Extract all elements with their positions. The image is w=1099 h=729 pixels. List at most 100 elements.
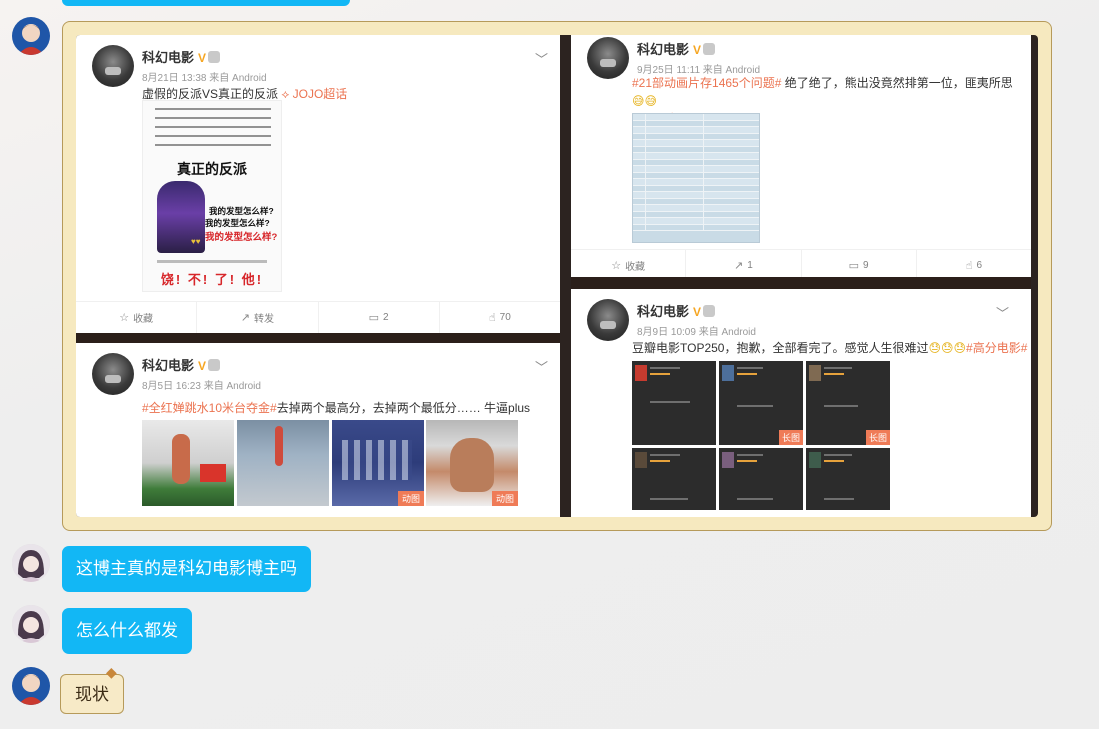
message-bubble[interactable]: 这博主真的是科幻电影博主吗 [62,546,311,592]
member-badge-icon [703,43,716,55]
long-image-tag: 长图 [865,430,890,445]
author-name[interactable]: 科幻电影 V [142,47,221,66]
favorite-button[interactable]: ☆ 收藏 [76,302,198,333]
meme-line: 我的发型怎么样? [205,232,278,243]
post-photo[interactable]: 动图 [426,420,518,506]
author-name[interactable]: 科幻电影 V [142,355,221,374]
post-photo[interactable] [237,420,329,506]
heart-icon: ♥♥ [191,237,201,246]
movie-list-image[interactable] [806,448,890,510]
crowd-shape [342,440,412,480]
hashtag-link[interactable]: #全红婵跳水10米台夺金# [142,401,277,415]
member-badge-icon [208,51,221,63]
author-name-text: 科幻电影 [637,304,690,319]
comment-icon: ▭ [848,260,860,272]
avatar-image-icon [12,605,50,643]
sender-avatar[interactable] [12,667,50,705]
post-body: 豆瓣电影TOP250，抱歉，全部看完了。感觉人生很难过 [632,341,929,355]
verified-badge-icon: V [198,51,207,65]
comment-button[interactable]: ▭ 2 [319,302,440,333]
author-name-text: 科幻电影 [142,50,195,65]
avatar-image-icon [12,667,50,705]
author-name-text: 科幻电影 [142,358,195,373]
sweat-emoji-icon: 😓😓😓 [928,341,967,355]
meme-caption: 饶! 不! 了! 他! [160,272,264,287]
avatar-image-icon [12,544,50,582]
athlete-face [450,438,494,492]
diamond-location-icon: ⟡ [281,87,290,101]
star-icon: ☆ [611,260,622,272]
verified-badge-icon: V [198,359,207,373]
message-bubble[interactable]: 怎么什么都发 [62,608,192,654]
like-count: 70 [499,312,511,323]
poster-shape [809,452,821,468]
author-name[interactable]: 科幻电影 V [637,301,716,320]
thumbs-up-icon: ☝ [965,260,973,272]
favorite-label: 收藏 [625,262,646,273]
movie-list-image[interactable] [632,361,716,445]
poster-shape [635,365,647,381]
post-text: 豆瓣电影TOP250，抱歉，全部看完了。感觉人生很难过😓😓😓#高分电影# [632,339,1027,357]
post-meta: 8月9日 10:09 来自 Android [637,327,756,338]
comment-icon: ▭ [368,312,380,324]
author-avatar[interactable] [587,37,629,79]
like-count: 6 [976,260,982,271]
poster-shape [722,365,734,381]
repost-button[interactable]: ↗ 转发 [197,302,319,333]
share-icon: ↗ [240,312,250,324]
topic-link[interactable]: ⟡ JOJO超话 [281,87,347,101]
post-header: 科幻电影 V 8月9日 10:09 来自 Android ﹀ [587,299,1021,343]
sender-avatar[interactable] [12,17,50,55]
sender-avatar[interactable] [12,605,50,643]
meme-body-text [155,105,271,153]
author-name[interactable]: 科幻电影 V [637,39,716,58]
hashtag-link[interactable]: #21部动画片存1465个问题# [632,76,781,90]
post-header: 科幻电影 V 8月21日 13:38 来自 Android ﹀ [92,45,550,89]
member-badge-icon [208,359,221,371]
favorite-label: 收藏 [133,314,154,325]
sender-avatar[interactable] [12,544,50,582]
movie-list-image[interactable]: 长图 [806,361,890,445]
meme-line: 我的发型怎么样? [205,218,270,228]
athlete-figure [172,434,190,484]
comment-count: 9 [863,260,869,271]
animated-tag: 动图 [397,491,424,506]
post-body: 绝了绝了，熊出没竟然排第一位，匪夷所思 [781,76,1013,90]
table-row [633,224,759,231]
meme-image[interactable]: 真正的反派 ♥♥ 我的发型怎么样? 我的发型怎么样? 我的发型怎么样? 饶! 不… [142,100,282,292]
chevron-down-icon[interactable]: ﹀ [535,357,548,376]
hashtag-link[interactable]: #高分电影# [966,341,1027,355]
post-photo[interactable]: 动图 [332,420,424,506]
ranking-table-image[interactable] [632,113,760,243]
post-actions: ☆ 收藏 ↗ 转发 ▭ 2 ☝ 70 [76,301,560,333]
avatar-image-icon [12,17,50,55]
chevron-down-icon[interactable]: ﹀ [996,303,1009,322]
member-badge-icon [703,305,716,317]
author-avatar[interactable] [92,45,134,87]
post-header: 科幻电影 V 8月5日 16:23 来自 Android ﹀ [92,353,550,397]
poster-shape [635,452,647,468]
chevron-down-icon[interactable]: ﹀ [535,49,548,68]
thumbs-up-icon: ☝ [488,312,496,324]
movie-list-image[interactable]: 长图 [719,361,803,445]
previous-message-bubble[interactable] [62,0,350,6]
like-button[interactable]: ☝ 70 [440,302,560,333]
post-photo[interactable] [142,420,234,506]
movie-list-image[interactable] [632,448,716,510]
verified-badge-icon: V [693,305,702,319]
meme-line: 我的发型怎么样? [209,206,274,216]
post-body: 虚假的反派VS真正的反派 [142,87,279,101]
share-icon: ↗ [733,260,744,272]
repost-count: 1 [747,260,753,271]
author-name-text: 科幻电影 [637,42,690,57]
author-avatar[interactable] [587,299,629,341]
post-meta: 8月21日 13:38 来自 Android [142,73,267,84]
topic-label: JOJO超话 [292,87,348,101]
meme-small-text [157,260,267,263]
meme-title: 真正的反派 [177,161,247,177]
movie-list-image[interactable] [719,448,803,510]
comment-count: 2 [383,312,389,323]
poster-shape [809,365,821,381]
post-meta: 8月5日 16:23 来自 Android [142,381,261,392]
author-avatar[interactable] [92,353,134,395]
